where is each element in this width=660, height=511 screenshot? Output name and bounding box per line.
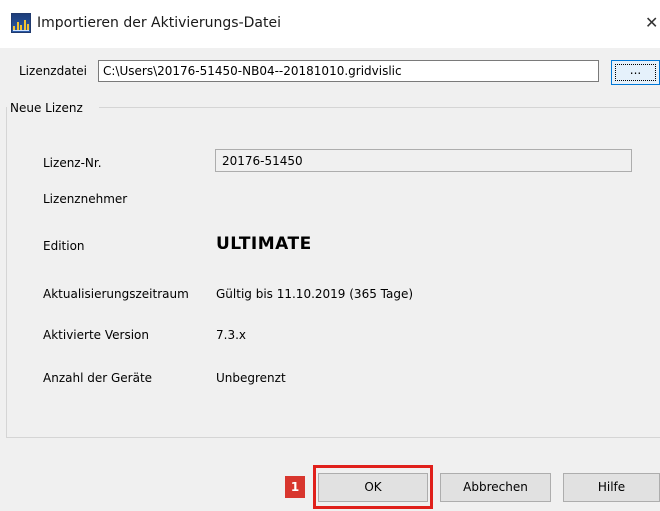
device-count-label: Anzahl der Geräte	[43, 371, 153, 385]
title-bar: Importieren der Aktivierungs-Datei ✕	[0, 0, 660, 48]
activated-version-value: 7.3.x	[216, 328, 246, 342]
licensee-label: Lizenznehmer	[43, 192, 128, 206]
edition-value: ULTIMATE	[216, 234, 312, 254]
license-file-path-input[interactable]: C:\Users\20176-51450-NB04--20181010.grid…	[98, 60, 599, 82]
edition-label: Edition	[43, 239, 85, 253]
ok-button-highlight	[313, 465, 433, 509]
group-border-bottom	[6, 437, 660, 438]
license-nr-label: Lizenz-Nr.	[43, 156, 102, 170]
close-icon[interactable]: ✕	[645, 12, 660, 34]
gridvis-app-icon	[11, 13, 31, 33]
group-border-left	[6, 107, 7, 437]
license-file-label: Lizenzdatei	[19, 64, 87, 78]
update-period-value: Gültig bis 11.10.2019 (365 Tage)	[216, 287, 414, 301]
device-count-value: Unbegrenzt	[216, 371, 286, 385]
browse-button[interactable]: ...	[611, 60, 660, 85]
activated-version-label: Aktivierte Version	[43, 328, 149, 342]
update-period-label: Aktualisierungszeitraum	[43, 287, 189, 301]
focus-rect	[615, 64, 656, 81]
new-license-group-title: Neue Lizenz	[7, 101, 86, 115]
cancel-button[interactable]: Abbrechen	[440, 473, 551, 502]
step-badge: 1	[285, 476, 305, 498]
window-title: Importieren der Aktivierungs-Datei	[37, 15, 281, 31]
group-border-top	[99, 107, 660, 108]
import-activation-dialog: Importieren der Aktivierungs-Datei ✕ Liz…	[0, 0, 660, 511]
license-nr-field: 20176-51450	[215, 149, 632, 172]
help-button[interactable]: Hilfe	[563, 473, 660, 502]
